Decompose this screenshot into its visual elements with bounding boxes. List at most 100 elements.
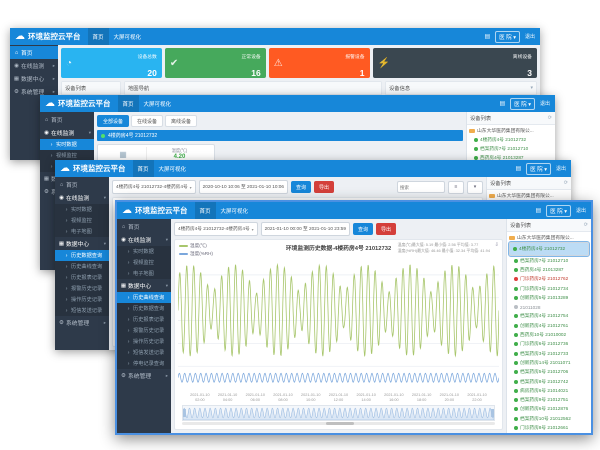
collapse-icon[interactable]: ▾ <box>530 85 533 91</box>
logout-button[interactable]: 退出 <box>556 165 566 172</box>
query-button[interactable]: 查询 <box>353 223 373 235</box>
sidebar-item[interactable]: ▦ 数据中心 ▾ <box>55 237 109 250</box>
message-icon[interactable]: ▤ <box>499 100 505 107</box>
sidebar-item[interactable]: › 视频监控 <box>117 257 171 268</box>
refresh-icon[interactable]: ⟳ <box>584 222 588 228</box>
logout-button[interactable]: 退出 <box>540 100 550 107</box>
sidebar-item[interactable]: ◉ 在线监测 ▾ <box>117 233 171 246</box>
sidebar-item[interactable]: › 停电记录查询 <box>117 358 171 369</box>
tree-device-item[interactable]: 创新药房6号 21012876 <box>509 405 589 414</box>
nav-bigscreen[interactable]: 大屏可视化 <box>154 160 192 177</box>
nav-bigscreen[interactable]: 大屏可视化 <box>216 202 254 219</box>
sidebar-item[interactable]: ⚙ 系统管理 ▸ <box>55 316 109 329</box>
tree-device-item[interactable]: 西药房10号 21010002 <box>509 330 589 339</box>
tree-device-item[interactable]: 门诊药房8号 21012661 <box>509 423 589 432</box>
user-filter-icon[interactable]: ▾ <box>467 181 483 194</box>
sidebar-item[interactable]: ◉ 在线监测 ▾ <box>55 191 109 204</box>
search-input[interactable] <box>397 181 445 193</box>
sidebar-item[interactable]: › 历史曲线查询 <box>117 292 171 303</box>
sidebar-item[interactable]: ⌂ 首页 <box>55 178 109 191</box>
sidebar-item[interactable]: › 操作历史记录 <box>117 336 171 347</box>
date-range-input[interactable]: 2021-01-10 00:00 至 2021-01-10 23:59 <box>261 222 350 236</box>
tree-root[interactable]: 山东大华医药集团有限公... <box>509 233 589 242</box>
sidebar-item[interactable]: › 历史报表记录 <box>117 314 171 325</box>
sidebar-item[interactable]: › 实时数据 <box>40 139 94 150</box>
legend-item-temperature[interactable]: 温度(℃) <box>179 243 213 249</box>
date-range-input[interactable]: 2020-10-10 10:06 至 2021-01-10 10:06 <box>199 180 288 194</box>
device-select[interactable]: 4楼药房4号 21012732-4楼药房4号 ▾ <box>174 222 258 236</box>
tree-root[interactable]: 山东大华医药集团有限公... <box>469 126 553 135</box>
sidebar-item[interactable]: ⚙ 系统管理 ▸ <box>117 369 171 382</box>
device-group-bar[interactable]: 4楼药房4号 21012732 <box>97 130 463 141</box>
scrollbar-thumb[interactable] <box>326 422 354 425</box>
sidebar-item[interactable]: ⌂ 首页 <box>40 113 94 126</box>
sidebar-item[interactable]: › 电子地图 <box>117 268 171 279</box>
nav-home[interactable]: 首页 <box>195 202 216 219</box>
tree-device-item[interactable]: 创新药房4号 21012761 <box>509 321 589 330</box>
sidebar-item[interactable]: ◉ 在线监测 ▸ <box>10 59 58 72</box>
tree-device-item[interactable]: 创新药房14号 21011071 <box>509 358 589 367</box>
sidebar-item[interactable]: ▦ 数据中心 ▾ <box>117 279 171 292</box>
nav-home[interactable]: 首页 <box>133 160 154 177</box>
tree-device-item[interactable]: 档案药房8号 21012742 <box>509 377 589 386</box>
sidebar-item[interactable]: › 报警历史记录 <box>117 325 171 336</box>
sidebar-item[interactable]: ▦ 数据中心 ▸ <box>10 72 58 85</box>
tree-device-item[interactable]: 档案药房10号 21012562 <box>509 414 589 423</box>
legend-item-humidity[interactable]: 湿度(%RH) <box>179 251 213 257</box>
tree-device-item[interactable]: 档案药房3号 21012733 <box>509 349 589 358</box>
query-button[interactable]: 查询 <box>291 181 311 193</box>
refresh-icon[interactable]: ⟳ <box>564 180 568 186</box>
column-list-icon[interactable]: ≡ <box>448 181 464 194</box>
tree-device-item[interactable]: 档案药房4号 21012754 <box>509 312 589 321</box>
nav-home[interactable]: 首页 <box>118 95 139 112</box>
sidebar-item[interactable]: › 报警历史记录 <box>55 283 109 294</box>
sidebar-item[interactable]: › 短信发送记录 <box>117 347 171 358</box>
tree-device-item[interactable]: 档案药房9号 21012751 <box>509 395 589 404</box>
nav-home[interactable]: 首页 <box>88 28 109 45</box>
user-menu[interactable]: 医 院 ▾ <box>510 98 535 110</box>
user-menu[interactable]: 医 院 ▾ <box>546 205 571 217</box>
tree-device-item[interactable]: 创新药房5号 21013289 <box>509 293 589 302</box>
filter-tab[interactable]: 离线设备 <box>165 115 197 127</box>
user-menu[interactable]: 医 院 ▾ <box>526 163 551 175</box>
sidebar-item[interactable]: › 操作历史记录 <box>55 294 109 305</box>
chart-datazoom-navigator[interactable] <box>182 405 495 421</box>
tree-device-item[interactable]: 病房药房6号 21014021 <box>509 386 589 395</box>
sidebar-item[interactable]: › 历史数据查询 <box>117 303 171 314</box>
tree-device-item[interactable]: 门诊药房3号 21012734 <box>509 284 589 293</box>
horizontal-scrollbar[interactable] <box>182 422 495 425</box>
sidebar-item[interactable]: › 历史数据查询 <box>55 250 109 261</box>
sidebar-item[interactable]: › 电子地图 <box>55 226 109 237</box>
tree-device-item[interactable]: 21011028 <box>509 302 589 311</box>
refresh-icon[interactable]: ⟳ <box>548 115 552 121</box>
nav-bigscreen[interactable]: 大屏可视化 <box>139 95 177 112</box>
export-button[interactable]: 导出 <box>376 223 396 235</box>
sidebar-item[interactable]: › 短信发送记录 <box>55 305 109 316</box>
sidebar-item[interactable]: ⌂ 首页 <box>10 46 58 59</box>
tree-device-item[interactable]: 档案药房7号 21012710 <box>469 144 553 153</box>
tree-device-item[interactable]: 4楼药房4号 21012732 <box>469 135 553 144</box>
sidebar-item[interactable]: ⌂ 首页 <box>117 220 171 233</box>
chart-plot-area[interactable] <box>178 252 499 392</box>
tree-device-item[interactable]: 档案药房5号 21012706 <box>509 368 589 377</box>
sidebar-item[interactable]: › 实时数据 <box>117 246 171 257</box>
tree-root[interactable]: 山东大华医药集团有限公... <box>489 191 569 200</box>
tree-device-item[interactable]: 4楼药房4号 21012732 <box>509 242 589 256</box>
filter-tab[interactable]: 全部设备 <box>97 115 129 127</box>
sidebar-item[interactable]: › 实时数据 <box>55 204 109 215</box>
nav-bigscreen[interactable]: 大屏可视化 <box>109 28 147 45</box>
message-icon[interactable]: ▤ <box>515 165 521 172</box>
user-menu[interactable]: 医 院 ▾ <box>495 31 520 43</box>
tree-device-item[interactable]: 西药房4号 21013287 <box>509 265 589 274</box>
sidebar-item[interactable]: ◉ 在线监测 ▾ <box>40 126 94 139</box>
tree-device-item[interactable]: 档案药房7号 21012710 <box>509 256 589 265</box>
logout-button[interactable]: 退出 <box>525 33 535 40</box>
message-icon[interactable]: ▤ <box>535 207 541 214</box>
export-button[interactable]: 导出 <box>314 181 334 193</box>
save-image-icon[interactable]: ⇓ <box>494 242 499 248</box>
logout-button[interactable]: 退出 <box>576 207 586 214</box>
message-icon[interactable]: ▤ <box>484 33 490 40</box>
tree-device-item[interactable]: 门诊药房6号 21012736 <box>509 340 589 349</box>
filter-tab[interactable]: 在线设备 <box>131 115 163 127</box>
sidebar-item[interactable]: › 视频监控 <box>55 215 109 226</box>
